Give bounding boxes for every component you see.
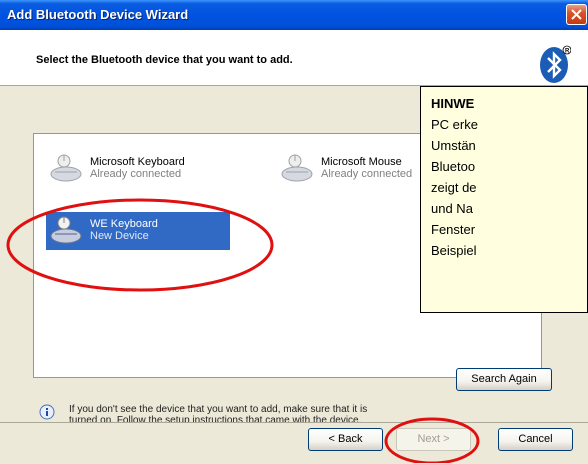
note-line: und Na	[431, 201, 473, 216]
note-line: Umstän	[431, 138, 476, 153]
cancel-button[interactable]: Cancel	[498, 428, 573, 451]
bluetooth-logo: R	[540, 45, 571, 83]
device-status: New Device	[90, 230, 149, 242]
close-button[interactable]	[566, 4, 587, 25]
note-line: HINWE	[431, 96, 475, 111]
device-status: Already connected	[90, 168, 182, 180]
device-name: WE Keyboard	[90, 218, 158, 230]
title-bar: Add Bluetooth Device Wizard	[0, 0, 588, 30]
window-title: Add Bluetooth Device Wizard	[7, 7, 189, 22]
device-status: Already connected	[321, 168, 413, 180]
close-icon	[571, 9, 582, 20]
wizard-header: Select the Bluetooth device that you wan…	[0, 30, 588, 86]
note-line: Fenster	[431, 222, 476, 237]
keyboard-mouse-icon	[50, 154, 82, 182]
note-line: Bluetoo	[431, 159, 476, 174]
page-title: Select the Bluetooth device that you wan…	[36, 54, 293, 66]
note-line: PC erke	[431, 117, 478, 132]
svg-text:R: R	[565, 49, 570, 55]
keyboard-mouse-icon	[50, 216, 82, 244]
device-item-selected[interactable]: WE Keyboard New Device	[46, 212, 230, 250]
note-line: zeigt de	[431, 180, 477, 195]
note-line: Beispiel	[431, 243, 477, 258]
device-item[interactable]: Microsoft Keyboard Already connected	[46, 150, 261, 188]
next-button[interactable]: Next >	[396, 428, 471, 451]
annotation-note: HINWE PC erke Umstän Bluetoo zeigt de un…	[420, 86, 588, 313]
info-icon	[39, 404, 55, 420]
device-name: Microsoft Keyboard	[90, 156, 185, 168]
device-name: Microsoft Mouse	[321, 156, 402, 168]
back-button[interactable]: < Back	[308, 428, 383, 451]
keyboard-mouse-icon	[281, 154, 313, 182]
search-again-button[interactable]: Search Again	[456, 368, 552, 391]
